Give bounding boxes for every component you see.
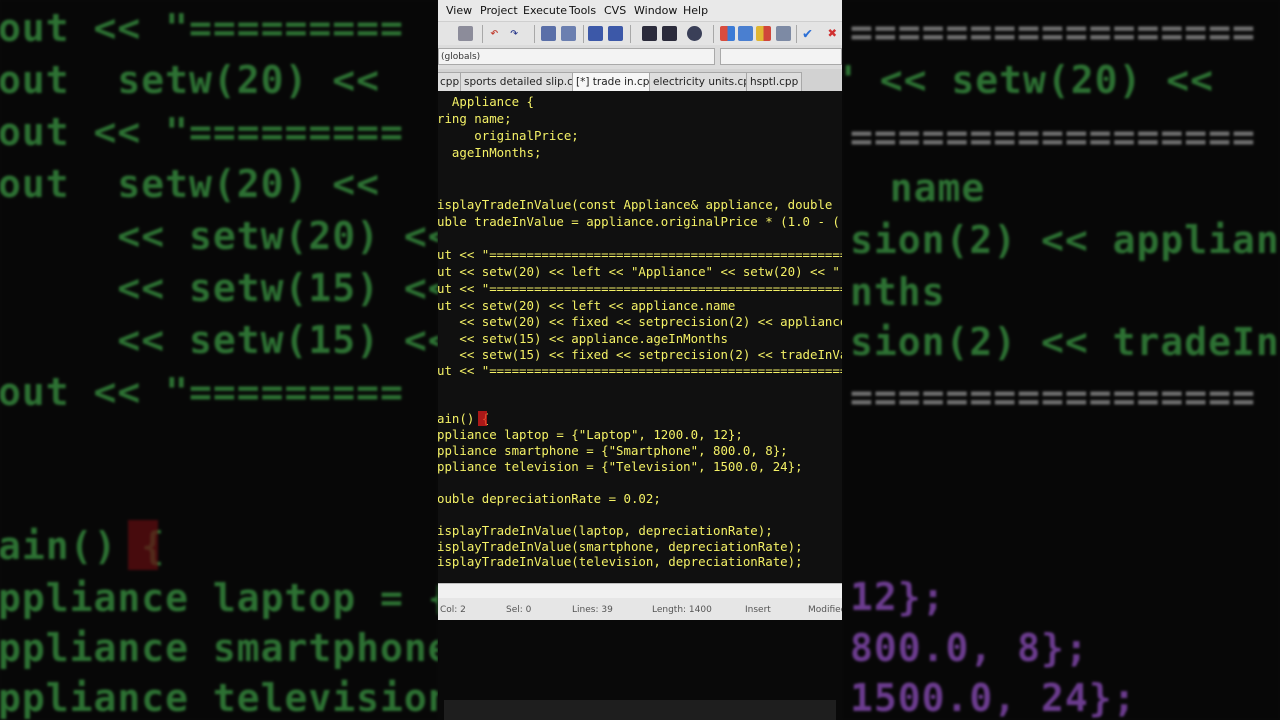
code-line: ring name; [438,111,512,126]
rebuild-icon[interactable] [776,26,791,41]
scope-selector[interactable]: (globals) [438,48,715,65]
back-icon[interactable] [642,26,657,41]
tab-file[interactable]: electricity units.cpp [649,72,761,91]
file-tabs: cpp sports detailed slip.cpp [*] trade i… [438,69,842,91]
code-line: Appliance { [438,94,534,109]
code-line: ut << "=================================… [438,247,842,262]
menu-tools[interactable]: Tools [569,4,596,17]
status-lines: Lines: 39 [572,605,613,615]
bookmark-icon[interactable] [687,26,702,41]
code-line: ouble depreciationRate = 0.02; [438,491,661,506]
code-line: ut << "=================================… [438,281,842,296]
bg-dim-overlay [842,0,1280,720]
code-line: << setw(15) << fixed << setprecision(2) … [438,347,842,362]
brace-match-highlight [478,411,487,426]
menu-view[interactable]: View [446,4,472,17]
code-line: ppliance laptop = {"Laptop", 1200.0, 12}… [438,427,743,442]
code-line: isplayTradeInValue(smartphone, depreciat… [438,539,803,554]
toolbar-separator [630,25,631,43]
tab-file[interactable]: sports detailed slip.cpp [460,72,591,91]
background-left: out << "========= out setw(20) << out <<… [0,0,438,720]
tab-file-active[interactable]: [*] trade in.cpp [572,72,661,91]
code-line: ageInMonths; [438,145,542,160]
member-selector[interactable] [720,48,842,65]
menu-window[interactable]: Window [634,4,677,17]
bg-dim-overlay [0,0,438,720]
menu-cvs[interactable]: CVS [604,4,626,17]
code-line: uble tradeInValue = appliance.originalPr… [438,214,840,229]
status-bar: Col: 2 Sel: 0 Lines: 39 Length: 1400 Ins… [438,583,842,620]
menu-help[interactable]: Help [683,4,708,17]
menu-project[interactable]: Project [480,4,518,17]
monitor-bezel [438,620,842,720]
toolbar-separator [583,25,584,43]
find-icon[interactable] [541,26,556,41]
compile-icon[interactable] [720,26,735,41]
redo-icon[interactable]: ↷ [510,26,525,41]
status-col: Col: 2 [440,605,466,615]
unindent-icon[interactable] [608,26,623,41]
code-line: ut << "=================================… [438,363,842,378]
code-line: isplayTradeInValue(television, depreciat… [438,554,803,569]
menu-bar: View Project Execute Tools CVS Window He… [438,0,842,21]
indent-icon[interactable] [588,26,603,41]
toolbar-separator [482,25,483,43]
check-icon[interactable]: ✔ [803,26,818,41]
toolbar-separator [713,25,714,43]
code-line: originalPrice; [438,128,579,143]
code-line: isplayTradeInValue(laptop, depreciationR… [438,523,773,538]
code-line: ppliance smartphone = {"Smartphone", 800… [438,443,788,458]
close-icon[interactable]: ✖ [828,26,842,41]
toolbar-separator [534,25,535,43]
status-length: Length: 1400 [652,605,712,615]
code-line: ppliance television = {"Television", 150… [438,459,803,474]
code-line: ut << setw(20) << left << appliance.name [438,298,736,313]
bezel-strip [444,700,836,720]
code-line: << setw(20) << fixed << setprecision(2) … [438,314,842,329]
class-browser-bar: (globals) [438,45,842,69]
run-icon[interactable] [738,26,753,41]
undo-icon[interactable]: ↶ [490,26,505,41]
status-bar-top [438,584,842,598]
tab-file[interactable]: hsptl.cpp [746,72,803,91]
forward-icon[interactable] [662,26,677,41]
toolbar: ↶ ↷ ✔ ✖ [438,21,842,46]
status-mode: Insert [745,605,771,615]
print-icon[interactable] [458,26,473,41]
code-line: isplayTradeInValue(const Appliance& appl… [438,197,833,212]
status-modified: Modified [808,605,842,615]
toolbar-separator [796,25,797,43]
status-sel: Sel: 0 [506,605,532,615]
compile-run-icon[interactable] [756,26,771,41]
ide-window: View Project Execute Tools CVS Window He… [438,0,842,620]
code-editor[interactable]: Appliance { ring name; originalPrice; ag… [438,91,842,582]
background-right: ================= " << setw(20) << =====… [842,0,1280,720]
code-line: ut << setw(20) << left << "Appliance" <<… [438,264,840,279]
replace-icon[interactable] [561,26,576,41]
code-line: << setw(15) << appliance.ageInMonths [438,331,728,346]
menu-execute[interactable]: Execute [523,4,567,17]
